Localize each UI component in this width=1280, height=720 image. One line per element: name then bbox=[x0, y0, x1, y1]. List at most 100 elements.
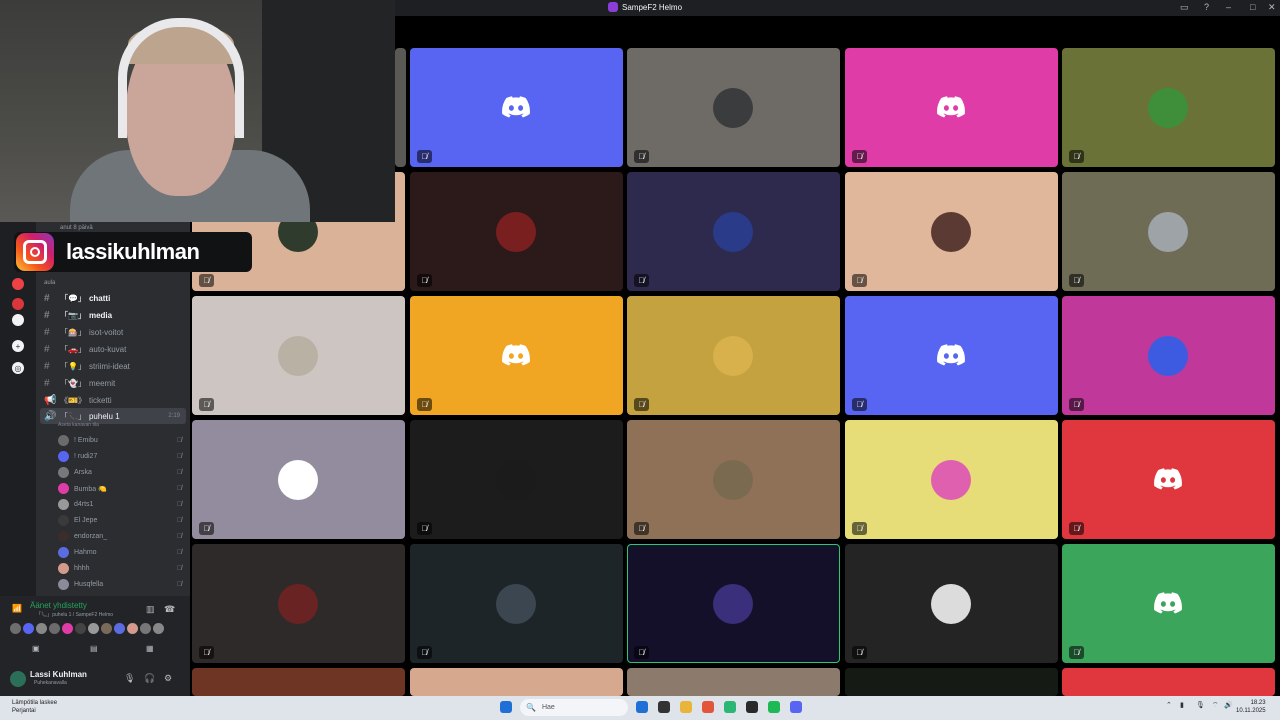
participant-tile[interactable]: 🎙̸ bbox=[845, 420, 1058, 539]
participant-tile[interactable] bbox=[845, 668, 1058, 696]
participant-tile[interactable] bbox=[395, 48, 406, 167]
participant-tile[interactable]: 🎙̸ bbox=[410, 172, 623, 291]
wifi-icon[interactable]: ⌔ bbox=[1212, 701, 1219, 710]
participant-tile[interactable] bbox=[192, 668, 405, 696]
minimize-button[interactable]: – bbox=[1226, 2, 1231, 12]
taskbar-app-icon[interactable] bbox=[658, 701, 670, 713]
participant-tile[interactable]: 🎙̸ bbox=[192, 296, 405, 415]
muted-mic-icon: 🎙̸ bbox=[199, 398, 214, 411]
voice-user[interactable]: hhhh 🎙̸ bbox=[58, 561, 182, 576]
camera-icon[interactable]: ▣ bbox=[32, 644, 40, 653]
avatar bbox=[278, 584, 318, 624]
screen-share-icon[interactable]: ▤ bbox=[90, 644, 98, 653]
channel-status[interactable]: Aseta kanavan tila bbox=[58, 422, 99, 428]
voice-user[interactable]: d4rts1 🎙̸ bbox=[58, 497, 182, 512]
muted-mic-icon: 🎙̸ bbox=[199, 522, 214, 535]
server-icon[interactable] bbox=[12, 298, 24, 310]
taskbar-app-icon[interactable] bbox=[724, 701, 736, 713]
participant-tile[interactable]: 🎙̸ bbox=[845, 296, 1058, 415]
muted-mic-icon: 🎙̸ bbox=[852, 522, 867, 535]
server-icon[interactable] bbox=[12, 278, 24, 290]
voice-user[interactable]: Bumba 🍋 🎙̸ bbox=[58, 481, 182, 496]
close-button[interactable]: ✕ bbox=[1268, 2, 1276, 13]
channel-chatti[interactable]: # 「💬」 chatti bbox=[40, 290, 186, 306]
taskbar-app-icon[interactable] bbox=[680, 701, 692, 713]
participant-tile[interactable]: 🎙̸ bbox=[845, 48, 1058, 167]
discord-logo-icon bbox=[937, 96, 965, 118]
discover-icon[interactable]: ◎ bbox=[12, 362, 24, 374]
search-box[interactable]: 🔍 Hae bbox=[520, 699, 628, 716]
add-server-icon[interactable]: + bbox=[12, 340, 24, 352]
participant-tile[interactable] bbox=[410, 668, 623, 696]
call-header bbox=[395, 16, 1280, 46]
participant-tile[interactable]: 🎙̸ bbox=[1062, 420, 1275, 539]
tray-icon[interactable]: ▮ bbox=[1180, 701, 1184, 709]
participant-tile[interactable]: 🎙̸ bbox=[627, 48, 840, 167]
weather-widget[interactable]: Lämpötila laskee Perjantai bbox=[12, 699, 57, 715]
microphone-icon[interactable]: 🎙 bbox=[124, 673, 135, 684]
participant-tile[interactable]: 🎙̸ bbox=[627, 420, 840, 539]
avatar bbox=[58, 499, 69, 510]
maximize-button[interactable]: □ bbox=[1250, 2, 1255, 12]
participant-tile[interactable]: 🎙̸ bbox=[845, 172, 1058, 291]
voice-channel-path[interactable]: 「📞」puhelu 1 / SampeF2 Helmo bbox=[36, 611, 113, 618]
chevron-up-icon[interactable]: ⌃ bbox=[1166, 701, 1172, 709]
channel-isot-voitot[interactable]: # 「🎰」 isot-voitot bbox=[40, 324, 186, 340]
avatar bbox=[58, 515, 69, 526]
avatar bbox=[496, 212, 536, 252]
voice-user[interactable]: endorzan_ 🎙̸ bbox=[58, 529, 182, 544]
participant-tile[interactable]: 🎙̸ bbox=[627, 544, 840, 663]
channel-striimi-ideat[interactable]: # 「💡」 striimi-ideat bbox=[40, 358, 186, 374]
participant-tile[interactable]: 🎙̸ bbox=[1062, 296, 1275, 415]
participant-tile[interactable]: 🎙̸ bbox=[1062, 48, 1275, 167]
participant-tile[interactable]: 🎙̸ bbox=[410, 544, 623, 663]
muted-mic-icon: 🎙̸ bbox=[417, 646, 432, 659]
taskbar-app-icon[interactable] bbox=[746, 701, 758, 713]
activity-icon[interactable]: ▦ bbox=[146, 644, 154, 653]
participant-tile[interactable]: 🎙̸ bbox=[410, 48, 623, 167]
channel-ticketti[interactable]: 📢 《🎫》 ticketti bbox=[40, 392, 186, 408]
voice-user[interactable]: Arska 🎙̸ bbox=[58, 465, 182, 480]
participant-tile[interactable]: 🎙̸ bbox=[192, 544, 405, 663]
participant-tile[interactable]: 🎙̸ bbox=[627, 172, 840, 291]
channel-emoji: 「🚗」 bbox=[60, 344, 86, 354]
clock[interactable]: 18.23 10.11.2025 bbox=[1236, 699, 1266, 715]
channel-auto-kuvat[interactable]: # 「🚗」 auto-kuvat bbox=[40, 341, 186, 357]
participant-tile[interactable] bbox=[627, 668, 840, 696]
muted-mic-icon: 🎙̸ bbox=[852, 150, 867, 163]
settings-icon[interactable]: ⚙ bbox=[164, 673, 172, 684]
disconnect-icon[interactable]: ☎ bbox=[164, 604, 175, 615]
server-icon[interactable] bbox=[12, 314, 24, 326]
headphones-icon[interactable]: 🎧 bbox=[144, 673, 155, 684]
avatar[interactable] bbox=[10, 671, 26, 687]
avatar bbox=[127, 623, 138, 634]
participant-tile[interactable]: 🎙̸ bbox=[1062, 544, 1275, 663]
taskbar-app-icon[interactable] bbox=[790, 701, 802, 713]
participant-tile[interactable]: 🎙̸ bbox=[192, 420, 405, 539]
participant-tile[interactable]: 🎙̸ bbox=[410, 296, 623, 415]
taskbar-app-icon[interactable] bbox=[636, 701, 648, 713]
voice-user[interactable]: Hahmo 🎙̸ bbox=[58, 545, 182, 560]
mic-tray-icon[interactable]: 🎙 bbox=[1196, 701, 1205, 709]
screen-icon[interactable]: ▭ bbox=[1180, 2, 1189, 13]
participant-tile[interactable]: 🎙̸ bbox=[410, 420, 623, 539]
voice-user[interactable]: Husqfella 🎙̸ bbox=[58, 577, 182, 592]
help-icon[interactable]: ? bbox=[1204, 2, 1209, 12]
voice-user-name: Arska bbox=[74, 469, 92, 476]
muted-mic-icon: 🎙̸ bbox=[1069, 398, 1084, 411]
start-icon[interactable] bbox=[500, 701, 512, 713]
taskbar-app-icon[interactable] bbox=[702, 701, 714, 713]
volume-icon[interactable]: 🔊 bbox=[1224, 701, 1233, 709]
noise-icon[interactable]: ▥ bbox=[146, 604, 155, 615]
channel-meemit[interactable]: # 「👻」 meemit bbox=[40, 375, 186, 391]
taskbar-app-icon[interactable] bbox=[768, 701, 780, 713]
participant-tile[interactable]: 🎙̸ bbox=[627, 296, 840, 415]
channel-media[interactable]: # 「📷」 media bbox=[40, 307, 186, 323]
participant-tile[interactable]: 🎙̸ bbox=[845, 544, 1058, 663]
participant-tile[interactable] bbox=[1062, 668, 1275, 696]
voice-user[interactable]: El Jepe 🎙̸ bbox=[58, 513, 182, 528]
voice-user[interactable]: ! rudi27 🎙̸ bbox=[58, 449, 182, 464]
participant-tile[interactable]: 🎙̸ bbox=[1062, 172, 1275, 291]
voice-user[interactable]: ! Emibu 🎙̸ bbox=[58, 433, 182, 448]
category-label[interactable]: aula bbox=[44, 280, 55, 286]
